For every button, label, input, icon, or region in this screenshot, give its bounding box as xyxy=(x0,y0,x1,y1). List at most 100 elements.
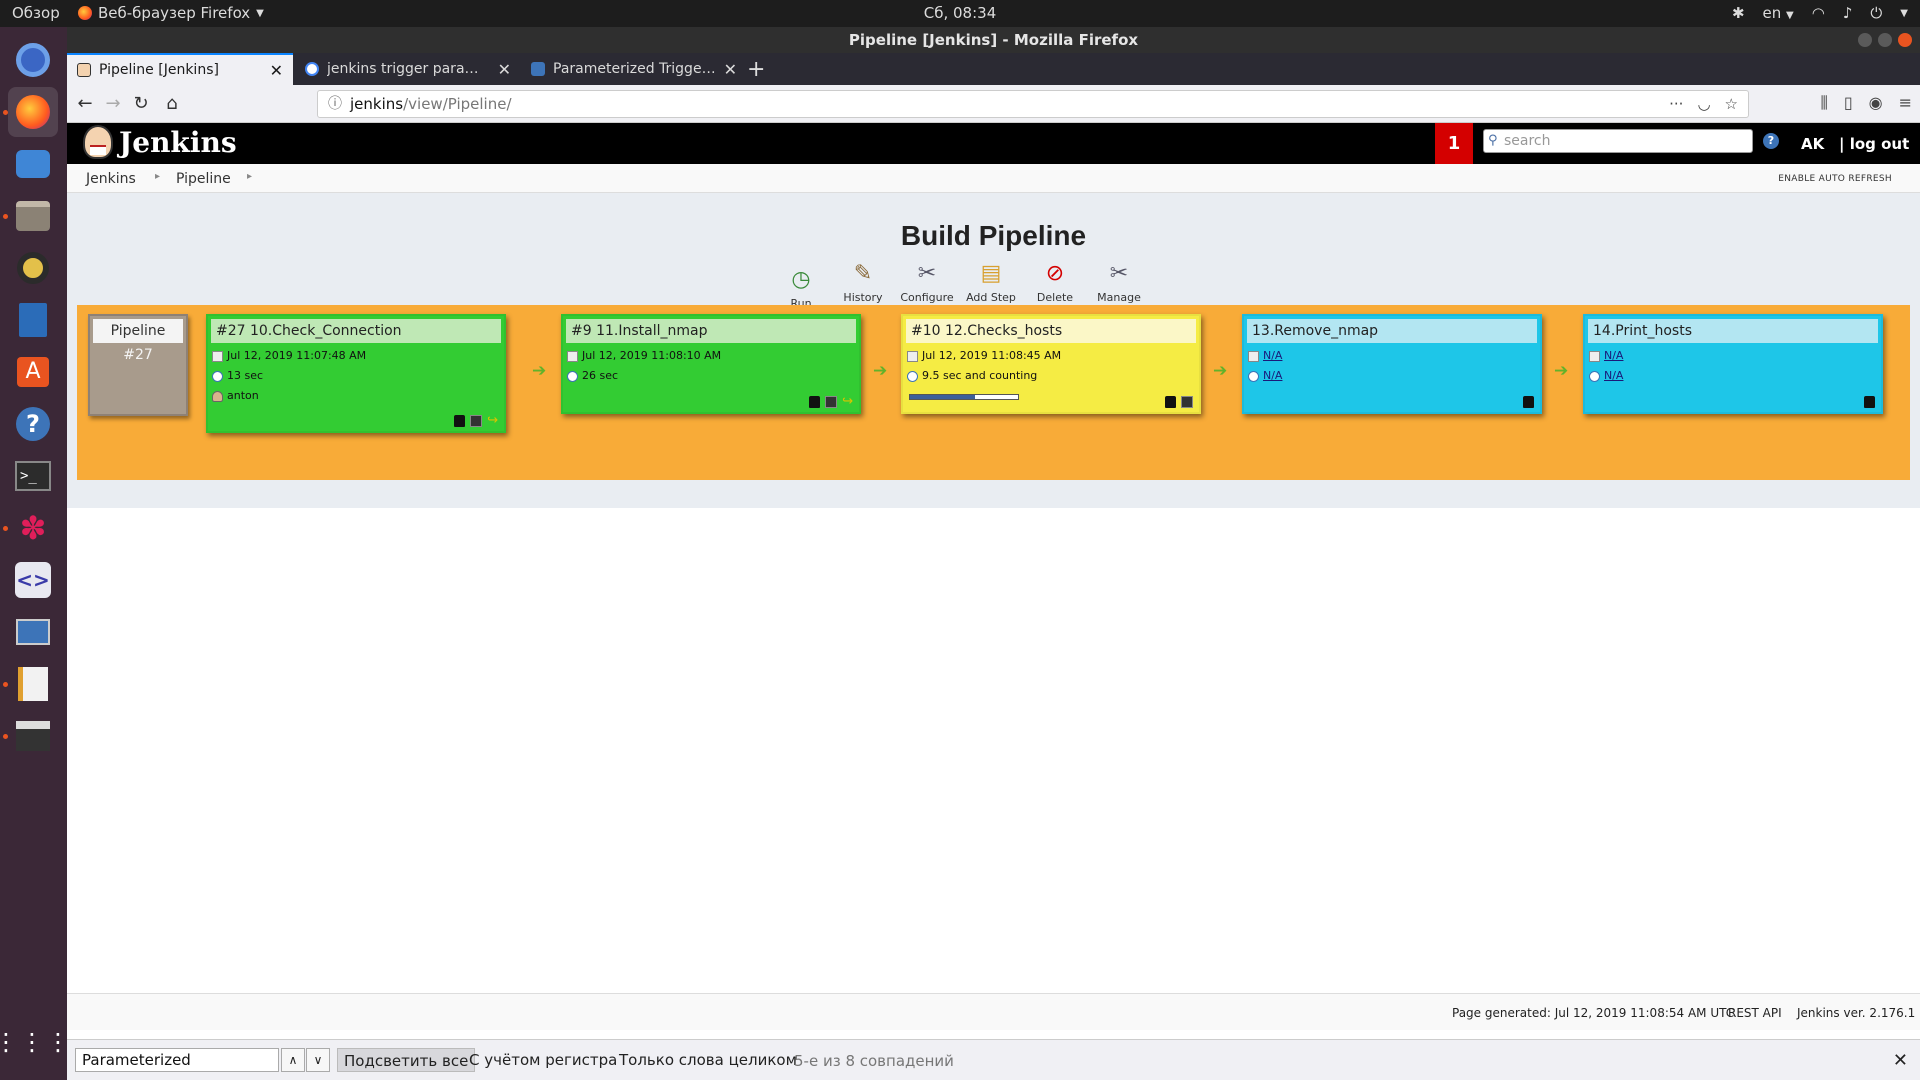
forward-button[interactable]: → xyxy=(102,93,124,114)
accessibility-icon[interactable]: ✱ xyxy=(1732,4,1745,22)
console-icon[interactable] xyxy=(809,396,821,408)
tab-parameterized-trigger[interactable]: Parameterized Trigger Plugin ✕ xyxy=(521,53,747,85)
search-input[interactable]: ⚲ search xyxy=(1483,129,1753,153)
notification-badge[interactable]: 1 xyxy=(1435,123,1473,164)
clock[interactable]: Сб, 08:34 xyxy=(0,4,1920,22)
user-link[interactable]: AK xyxy=(1801,135,1824,153)
minimize-button[interactable] xyxy=(1858,33,1872,47)
system-tray[interactable]: ✱ en ▼ ◠ ♪ ⏻ ▼ xyxy=(1732,4,1908,22)
running-indicator xyxy=(3,110,8,115)
page-actions-icon[interactable]: ··· xyxy=(1669,91,1683,117)
log-icon[interactable] xyxy=(470,415,483,427)
volume-icon[interactable]: ♪ xyxy=(1843,4,1853,22)
logout-link[interactable]: | log out xyxy=(1839,135,1909,153)
history-button[interactable]: ✎ History xyxy=(831,261,895,304)
find-next-button[interactable]: ∨ xyxy=(306,1048,330,1072)
jenkins-version-link[interactable]: Jenkins ver. 2.176.1 xyxy=(1797,1006,1915,1020)
retry-icon[interactable]: ↪ xyxy=(842,395,853,408)
show-applications-icon[interactable]: ⋮⋮⋮ xyxy=(0,1017,70,1067)
retry-icon[interactable]: ↪ xyxy=(487,414,498,427)
video-editor-icon[interactable] xyxy=(8,711,58,761)
help-icon[interactable]: ? xyxy=(8,399,58,449)
chevron-right-icon[interactable]: ▸ xyxy=(247,171,252,182)
match-case-button[interactable]: С учётом регистра xyxy=(463,1048,623,1072)
build-card[interactable]: 13.Remove_nmap N/A N/A xyxy=(1242,314,1542,414)
highlight-all-button[interactable]: Подсветить все xyxy=(337,1048,476,1072)
console-icon[interactable] xyxy=(1165,396,1176,408)
find-input[interactable]: Parameterized xyxy=(75,1048,279,1072)
back-button[interactable]: ← xyxy=(74,93,96,114)
build-duration[interactable]: N/A xyxy=(1263,366,1282,386)
jenkins-logo[interactable]: Jenkins xyxy=(83,125,237,159)
enable-auto-refresh-link[interactable]: ENABLE AUTO REFRESH xyxy=(1778,174,1892,184)
chromium-icon[interactable] xyxy=(8,35,58,85)
build-card[interactable]: #10 12.Checks_hosts Jul 12, 2019 11:08:4… xyxy=(901,314,1201,414)
manage-button[interactable]: ✂ Manage xyxy=(1087,261,1151,304)
build-title[interactable]: 13.Remove_nmap xyxy=(1247,319,1537,343)
log-icon[interactable] xyxy=(825,396,838,408)
info-icon[interactable]: ⓘ xyxy=(328,91,342,117)
power-icon[interactable]: ⏻ xyxy=(1870,4,1882,22)
bookmark-star-icon[interactable]: ☆ xyxy=(1725,91,1738,117)
code-editor-icon[interactable]: <> xyxy=(8,555,58,605)
build-duration[interactable]: N/A xyxy=(1604,366,1623,386)
language-indicator[interactable]: en ▼ xyxy=(1763,4,1794,22)
reload-button[interactable]: ↻ xyxy=(130,93,152,114)
build-card[interactable]: 14.Print_hosts N/A N/A xyxy=(1583,314,1883,414)
new-tab-button[interactable]: + xyxy=(747,57,765,82)
remote-desktop-icon[interactable] xyxy=(8,607,58,657)
console-icon[interactable] xyxy=(454,415,466,427)
close-tab-icon[interactable]: ✕ xyxy=(724,60,737,79)
delete-button[interactable]: ⊘ Delete xyxy=(1023,261,1087,304)
account-icon[interactable]: ◉ xyxy=(1869,93,1883,113)
home-button[interactable]: ⌂ xyxy=(161,93,183,114)
build-title[interactable]: #10 12.Checks_hosts xyxy=(906,319,1196,343)
libreoffice-writer-icon[interactable] xyxy=(8,295,58,345)
close-tab-icon[interactable]: ✕ xyxy=(498,60,511,79)
terminal-icon[interactable]: >_ xyxy=(8,451,58,501)
tab-pipeline-jenkins[interactable]: Pipeline [Jenkins] ✕ xyxy=(67,53,293,85)
text-editor-icon[interactable] xyxy=(8,659,58,709)
system-top-bar: Обзор Веб-браузер Firefox ▼ Сб, 08:34 ✱ … xyxy=(0,0,1920,27)
breadcrumb-jenkins[interactable]: Jenkins xyxy=(86,171,136,187)
chevron-down-icon[interactable]: ▼ xyxy=(1900,8,1908,19)
url-bar[interactable]: ⓘ jenkins/view/Pipeline/ ··· ◡ ☆ xyxy=(317,90,1749,118)
add-step-button[interactable]: ▤ Add Step xyxy=(959,261,1023,304)
close-find-bar-icon[interactable]: ✕ xyxy=(1893,1050,1908,1071)
slack-icon[interactable]: ✽ xyxy=(8,503,58,553)
whole-words-button[interactable]: Только слова целиком xyxy=(613,1048,803,1072)
pipeline-head-card[interactable]: Pipeline #27 xyxy=(88,314,188,416)
console-icon[interactable] xyxy=(1523,396,1534,408)
wifi-icon[interactable]: ◠ xyxy=(1812,4,1825,22)
tab-google-search[interactable]: jenkins trigger parameter ✕ xyxy=(295,53,521,85)
build-user: anton xyxy=(227,389,259,402)
build-title[interactable]: #9 11.Install_nmap xyxy=(566,319,856,343)
build-card[interactable]: #27 10.Check_Connection Jul 12, 2019 11:… xyxy=(206,314,506,433)
files-icon[interactable] xyxy=(8,191,58,241)
library-icon[interactable]: ⫼ xyxy=(1820,93,1827,113)
run-button[interactable]: ◷ Run xyxy=(769,267,833,310)
find-previous-button[interactable]: ∧ xyxy=(281,1048,305,1072)
build-date[interactable]: N/A xyxy=(1263,346,1282,366)
help-icon[interactable]: ? xyxy=(1763,133,1779,149)
breadcrumb-pipeline[interactable]: Pipeline xyxy=(176,171,231,187)
firefox-icon[interactable] xyxy=(8,87,58,137)
build-title[interactable]: #27 10.Check_Connection xyxy=(211,319,501,343)
console-icon[interactable] xyxy=(1864,396,1875,408)
menu-icon[interactable]: ≡ xyxy=(1899,93,1912,113)
chevron-right-icon[interactable]: ▸ xyxy=(155,171,160,182)
maximize-button[interactable] xyxy=(1878,33,1892,47)
rhythmbox-icon[interactable] xyxy=(8,243,58,293)
log-icon[interactable] xyxy=(1181,396,1193,408)
thunderbird-icon[interactable] xyxy=(8,139,58,189)
software-center-icon[interactable]: A xyxy=(8,347,58,397)
build-title[interactable]: 14.Print_hosts xyxy=(1588,319,1878,343)
configure-button[interactable]: ✂ Configure xyxy=(895,261,959,304)
close-tab-icon[interactable]: ✕ xyxy=(270,61,283,80)
sidebar-icon[interactable]: ▯ xyxy=(1844,93,1853,113)
build-card[interactable]: #9 11.Install_nmap Jul 12, 2019 11:08:10… xyxy=(561,314,861,414)
build-date[interactable]: N/A xyxy=(1604,346,1623,366)
rest-api-link[interactable]: REST API xyxy=(1728,1006,1782,1020)
close-window-button[interactable] xyxy=(1898,33,1912,47)
pocket-icon[interactable]: ◡ xyxy=(1697,91,1710,117)
